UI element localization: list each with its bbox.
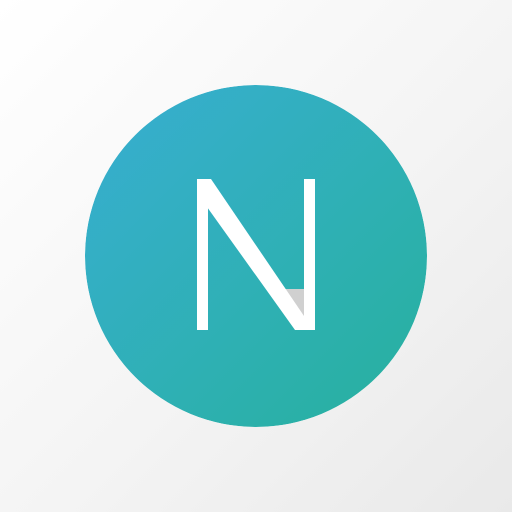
letter-n-right-stem (304, 179, 315, 330)
letter-n-circle-icon: N (85, 85, 427, 427)
app-icon: N (85, 85, 427, 427)
